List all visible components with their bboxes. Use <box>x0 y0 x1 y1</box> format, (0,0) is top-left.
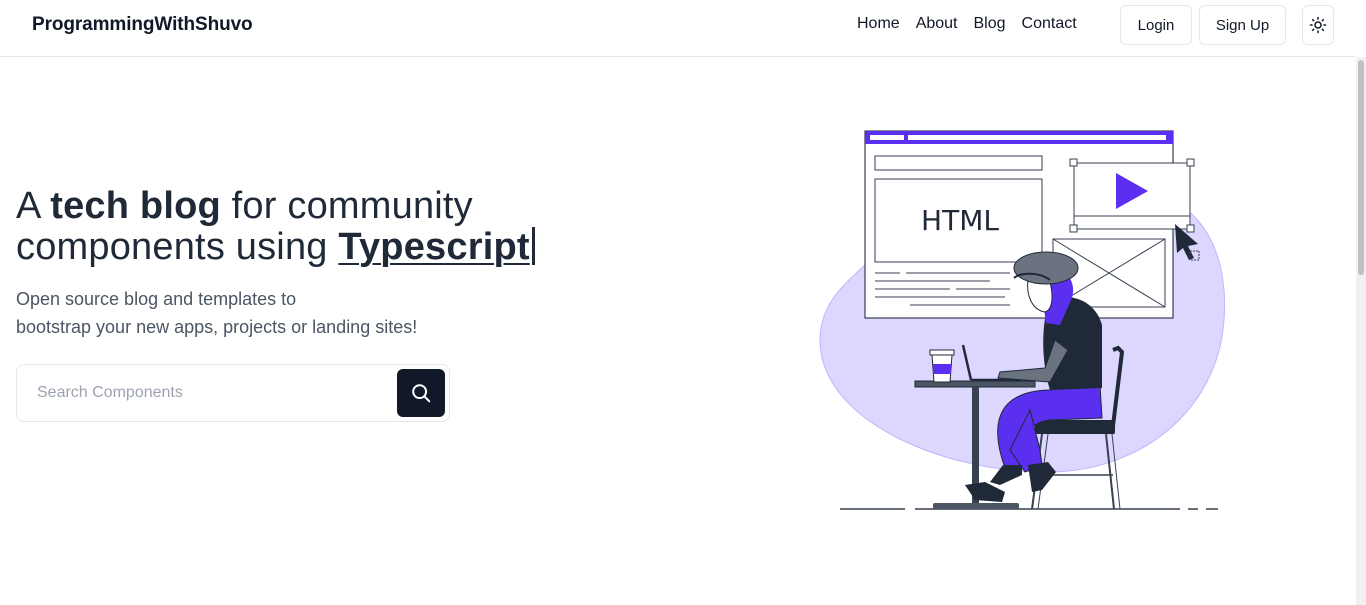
brand-logo[interactable]: ProgrammingWithShuvo <box>32 14 253 36</box>
search-button[interactable] <box>397 369 445 417</box>
hero-title-prefix: A <box>16 185 51 227</box>
sign-up-button[interactable]: Sign Up <box>1199 5 1286 45</box>
cafe-table <box>914 380 1036 388</box>
page-scrollbar[interactable] <box>1356 57 1366 605</box>
hero-subtitle: Open source blog and templates to bootst… <box>16 285 486 341</box>
nav-blog[interactable]: Blog <box>974 15 1006 33</box>
theme-toggle-button[interactable] <box>1302 5 1334 45</box>
hero-illustration: HTML <box>819 130 1226 510</box>
search-icon <box>412 384 431 403</box>
nav-contact[interactable]: Contact <box>1022 15 1077 33</box>
typed-word: Typescript <box>338 226 530 268</box>
site-header: ProgrammingWithShuvo Home About Blog Con… <box>0 0 1356 57</box>
hero-title-bold: tech blog <box>50 185 221 227</box>
typing-cursor <box>531 227 535 265</box>
scrollbar-thumb[interactable] <box>1358 60 1364 275</box>
search-bar <box>16 364 450 422</box>
login-button[interactable]: Login <box>1120 5 1192 45</box>
search-input[interactable] <box>23 371 393 415</box>
hero-title: A tech blog for community components usi… <box>16 186 576 268</box>
nav-home[interactable]: Home <box>857 15 900 33</box>
page: ProgrammingWithShuvo Home About Blog Con… <box>0 0 1366 605</box>
nav-about[interactable]: About <box>916 15 958 33</box>
main-nav: Home About Blog Contact <box>857 15 1077 33</box>
hero-subtitle-line-2: bootstrap your new apps, projects or lan… <box>16 317 418 337</box>
html-label: HTML <box>921 204 999 237</box>
hero-subtitle-line-1: Open source blog and templates to <box>16 289 297 309</box>
sun-icon <box>1309 16 1327 34</box>
